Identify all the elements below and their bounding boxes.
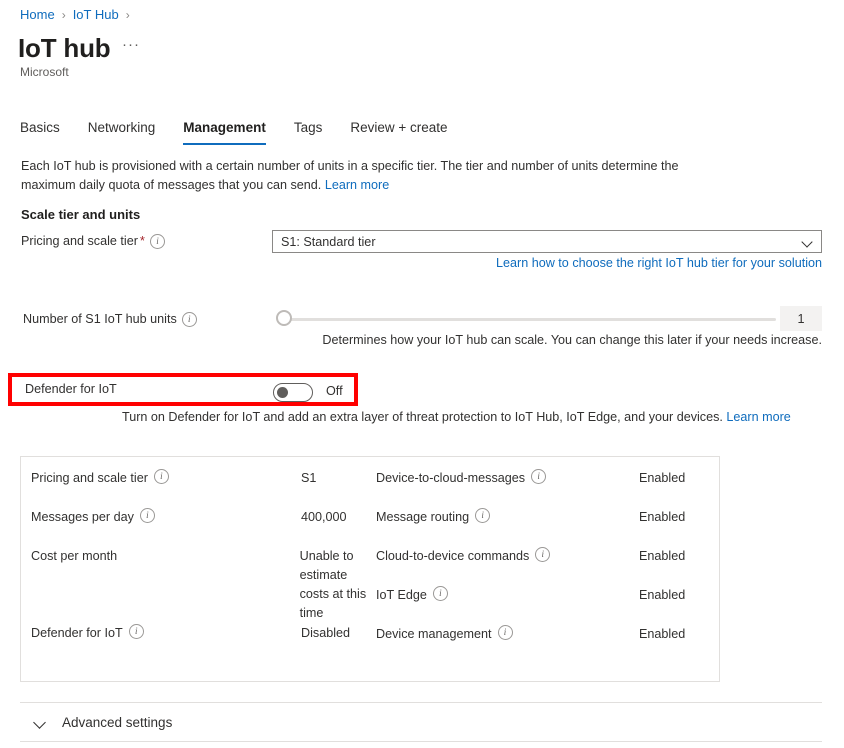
summary-key: Message routing i xyxy=(376,508,561,527)
summary-key: Pricing and scale tier i xyxy=(31,469,191,488)
summary-key-label: Pricing and scale tier xyxy=(31,469,148,488)
summary-key: Cloud-to-device commands i xyxy=(376,547,561,566)
info-icon[interactable]: i xyxy=(129,624,144,639)
info-icon[interactable]: i xyxy=(154,469,169,484)
breadcrumb-item-home[interactable]: Home xyxy=(20,7,55,23)
summary-value: Enabled xyxy=(639,469,685,488)
summary-value: Enabled xyxy=(639,625,685,644)
chevron-down-icon xyxy=(802,238,813,245)
summary-key: IoT Edge i xyxy=(376,586,561,605)
breadcrumb-separator-icon: › xyxy=(126,7,130,23)
summary-key-label: Device-to-cloud-messages xyxy=(376,469,525,488)
table-row: Device management i Enabled xyxy=(376,625,716,644)
section-description: Each IoT hub is provisioned with a certa… xyxy=(21,157,711,195)
defender-help-text: Turn on Defender for IoT and add an extr… xyxy=(122,410,791,424)
toggle-knob xyxy=(277,387,288,398)
table-row: Defender for IoT i Disabled xyxy=(31,624,361,643)
summary-value: Disabled xyxy=(301,624,350,643)
summary-key-label: Cloud-to-device commands xyxy=(376,547,529,566)
summary-key-label: Cost per month xyxy=(31,547,117,566)
tab-basics[interactable]: Basics xyxy=(20,115,74,145)
defender-help-text-body: Turn on Defender for IoT and add an extr… xyxy=(122,410,723,424)
info-icon[interactable]: i xyxy=(150,234,165,249)
pricing-tier-label: Pricing and scale tier xyxy=(21,232,138,250)
table-row: Pricing and scale tier i S1 xyxy=(31,469,361,488)
table-row: Message routing i Enabled xyxy=(376,508,716,527)
description-learn-more-link[interactable]: Learn more xyxy=(325,178,389,192)
summary-value: Unable to estimate costs at this time xyxy=(300,547,371,623)
summary-value: Enabled xyxy=(639,586,685,605)
summary-key: Device management i xyxy=(376,625,561,644)
page-subtitle: Microsoft xyxy=(20,64,69,80)
units-help-text: Determines how your IoT hub can scale. Y… xyxy=(322,333,822,347)
tab-networking[interactable]: Networking xyxy=(88,115,170,145)
units-value-input[interactable]: 1 xyxy=(780,306,822,331)
info-icon[interactable]: i xyxy=(535,547,550,562)
info-icon[interactable]: i xyxy=(140,508,155,523)
info-icon[interactable]: i xyxy=(475,508,490,523)
table-row: Device-to-cloud-messages i Enabled xyxy=(376,469,716,488)
tab-tags[interactable]: Tags xyxy=(294,115,337,145)
slider-track[interactable] xyxy=(284,318,776,321)
info-icon[interactable]: i xyxy=(498,625,513,640)
pricing-tier-select[interactable]: S1: Standard tier xyxy=(272,230,822,253)
info-icon[interactable]: i xyxy=(182,312,197,327)
breadcrumb: Home › IoT Hub › xyxy=(20,7,130,23)
advanced-settings-label: Advanced settings xyxy=(62,715,172,730)
table-row: Cost per month Unable to estimate costs … xyxy=(31,547,371,623)
table-row: Messages per day i 400,000 xyxy=(31,508,361,527)
summary-key: Defender for IoT i xyxy=(31,624,191,643)
pricing-tier-label-group: Pricing and scale tier * i xyxy=(21,232,165,250)
defender-toggle-state: Off xyxy=(326,384,343,398)
pricing-tier-help-link[interactable]: Learn how to choose the right IoT hub ti… xyxy=(496,256,822,270)
more-options-icon[interactable]: ··· xyxy=(120,38,142,58)
advanced-settings-section[interactable]: Advanced settings xyxy=(20,702,822,742)
scale-section-heading: Scale tier and units xyxy=(21,207,140,222)
summary-key-label: Messages per day xyxy=(31,508,134,527)
summary-value: Enabled xyxy=(639,547,685,566)
tab-review-create[interactable]: Review + create xyxy=(350,115,461,145)
defender-toggle[interactable] xyxy=(273,383,313,402)
summary-key: Cost per month xyxy=(31,547,190,623)
info-icon[interactable]: i xyxy=(531,469,546,484)
units-slider[interactable] xyxy=(276,310,776,328)
page-title: IoT hub xyxy=(18,32,110,64)
summary-value: S1 xyxy=(301,469,316,488)
units-label-group: Number of S1 IoT hub units i xyxy=(23,310,197,328)
defender-label: Defender for IoT xyxy=(25,382,117,396)
chevron-down-icon xyxy=(34,718,48,727)
summary-value: 400,000 xyxy=(301,508,347,527)
table-row: IoT Edge i Enabled xyxy=(376,586,716,605)
summary-value: Enabled xyxy=(639,508,685,527)
summary-key-label: Device management xyxy=(376,625,492,644)
summary-key: Device-to-cloud-messages i xyxy=(376,469,561,488)
summary-table: Pricing and scale tier i S1 Messages per… xyxy=(20,456,720,682)
tab-management[interactable]: Management xyxy=(183,115,280,145)
summary-key-label: Defender for IoT xyxy=(31,624,123,643)
defender-learn-more-link[interactable]: Learn more xyxy=(726,410,790,424)
summary-key: Messages per day i xyxy=(31,508,191,527)
pricing-tier-selected-value: S1: Standard tier xyxy=(281,235,802,249)
table-row: Cloud-to-device commands i Enabled xyxy=(376,547,716,566)
info-icon[interactable]: i xyxy=(433,586,448,601)
summary-key-label: IoT Edge xyxy=(376,586,427,605)
breadcrumb-item-iot-hub[interactable]: IoT Hub xyxy=(73,7,119,23)
units-label: Number of S1 IoT hub units xyxy=(23,310,177,328)
slider-thumb[interactable] xyxy=(276,310,292,326)
tab-bar: Basics Networking Management Tags Review… xyxy=(20,115,476,145)
summary-key-label: Message routing xyxy=(376,508,469,527)
breadcrumb-separator-icon: › xyxy=(62,7,66,23)
required-marker: * xyxy=(140,232,145,250)
